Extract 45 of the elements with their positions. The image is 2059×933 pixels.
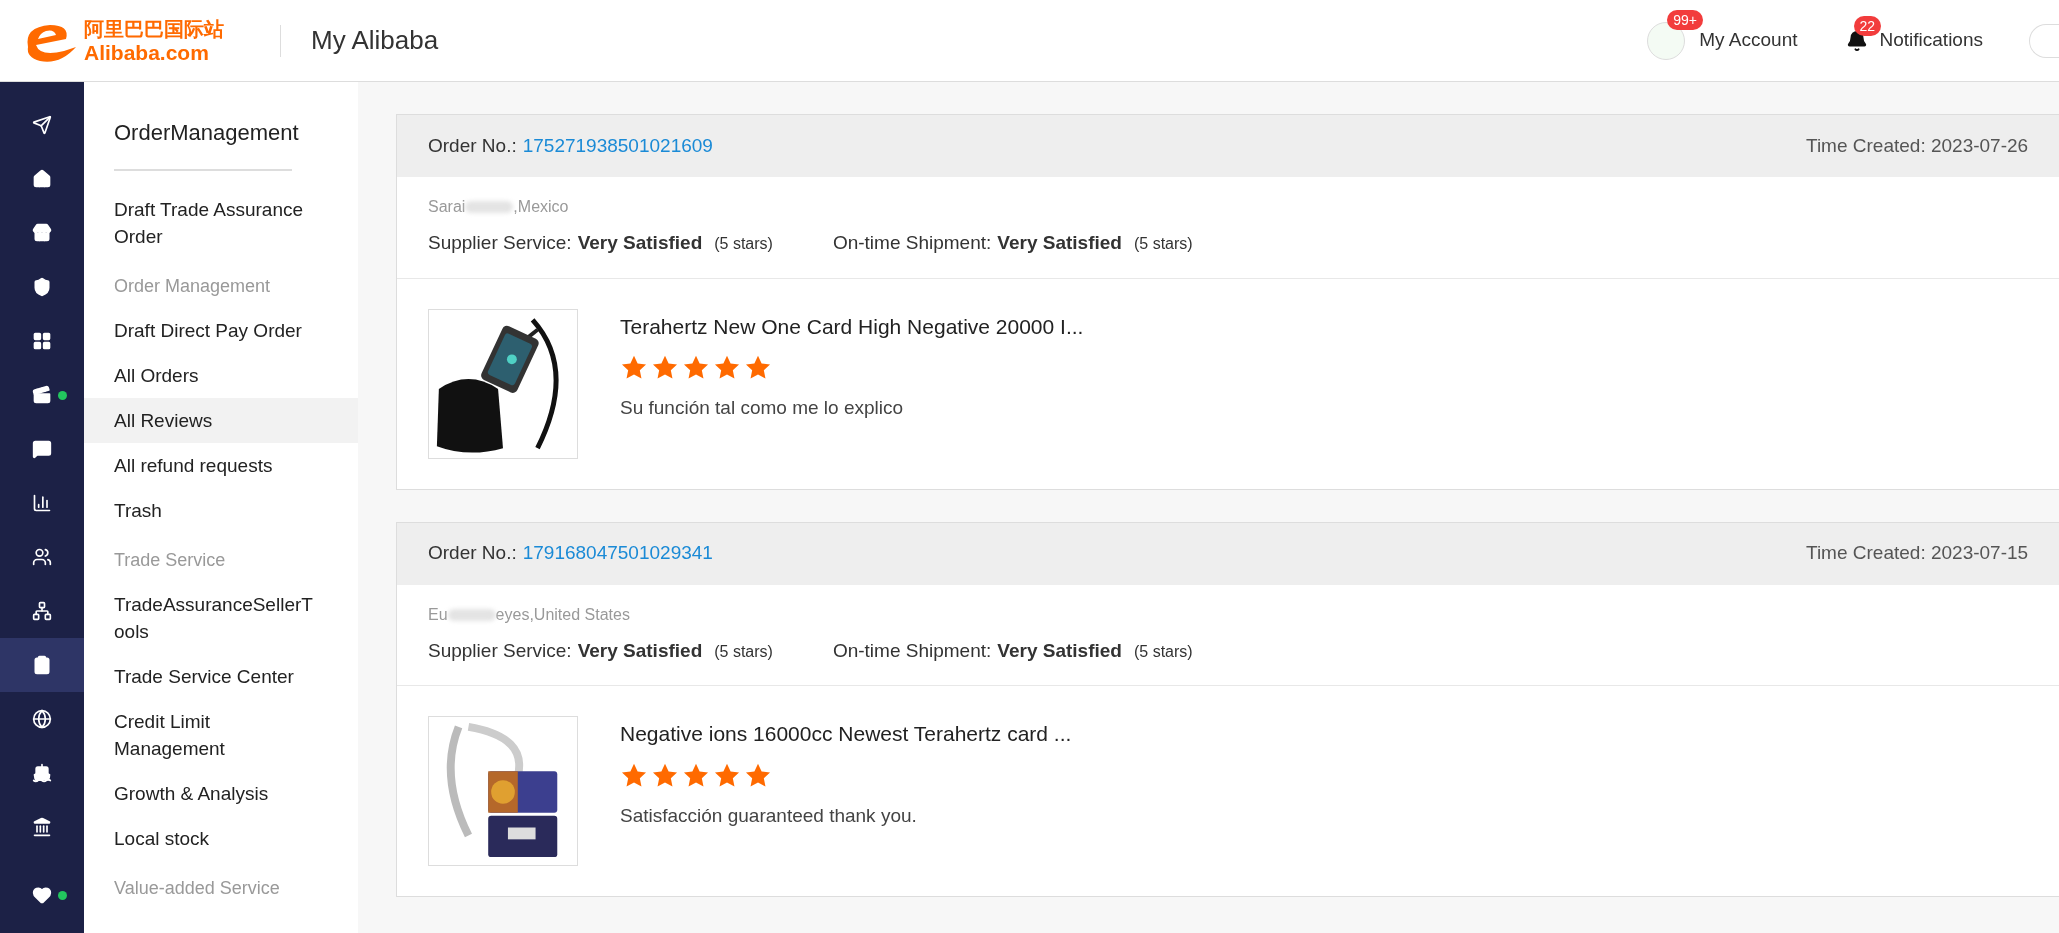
nav-section-heading: Trade Service — [113, 549, 227, 572]
nav-title: OrderManagement — [113, 119, 300, 147]
order-label: Order No.: — [428, 541, 517, 566]
buyer-location: eyes,United States — [495, 604, 630, 625]
rating-value: Very Satisfied — [577, 231, 703, 255]
rating-label: On-time Shipment: — [832, 231, 992, 255]
nav-section-heading: Value-added Service — [113, 877, 281, 900]
nav-item[interactable]: Draft Trade Assurance Order — [84, 187, 358, 259]
notifications-link[interactable]: Notifications — [1879, 26, 1983, 55]
buyer-name: Sarai — [428, 197, 466, 217]
rating-value: Very Satisfied — [997, 638, 1122, 663]
nav-item[interactable]: Growth & Analysis — [84, 771, 358, 816]
nav-item[interactable]: Trade Service Center — [84, 654, 358, 699]
rating-stars-text: (5 stars) — [1133, 234, 1193, 254]
nav-item[interactable]: TradeAssuranceSellerTools — [84, 582, 358, 654]
order-label: Order No.: — [428, 133, 517, 158]
buyer-name: Eu — [428, 604, 448, 625]
rating-label: On-time Shipment: — [832, 638, 992, 663]
rating-value: Very Satisfied — [997, 231, 1122, 255]
review-text: Su función tal como me lo explico — [620, 396, 905, 420]
rating-value: Very Satisfied — [577, 638, 703, 663]
nav-item[interactable]: All refund requests — [84, 443, 358, 488]
rating-stars-text: (5 stars) — [714, 641, 773, 662]
review-text: Satisfacción guaranteed thank you. — [620, 803, 918, 828]
rating-stars-text: (5 stars) — [1133, 641, 1193, 662]
count-badge: 22 — [1853, 15, 1882, 36]
rating-label: Supplier Service: — [428, 231, 572, 255]
nav-item[interactable]: All Reviews — [84, 398, 358, 443]
time-created: Time Created: 2023-07-26 — [1806, 133, 2030, 158]
nav-item[interactable]: All Orders — [84, 353, 358, 398]
logo-text: Alibaba.com — [84, 41, 210, 63]
nav-item[interactable]: Draft Direct Pay Order — [84, 308, 358, 353]
count-badge: 99+ — [1667, 9, 1704, 30]
product-title[interactable]: Negative ions 16000cc Newest Terahertz card ... — [620, 718, 1072, 750]
product-title[interactable]: Terahertz New One Card High Negative 20000 I... — [620, 310, 1084, 342]
page-title: My Alibaba — [311, 24, 439, 57]
time-created: Time Created: 2023-07-15 — [1806, 541, 2030, 566]
nav-section-heading: Order Management — [113, 275, 272, 298]
nav-item[interactable]: Trash — [84, 488, 358, 533]
buyer-location: ,Mexico — [513, 197, 569, 217]
rating-stars-text: (5 stars) — [714, 234, 773, 254]
nav-item[interactable]: Local stock — [84, 816, 358, 861]
rating-label: Supplier Service: — [428, 638, 572, 663]
nav-item[interactable]: Credit Limit Management — [84, 699, 358, 771]
logo-chinese: 阿里巴巴国际站 — [84, 18, 224, 39]
